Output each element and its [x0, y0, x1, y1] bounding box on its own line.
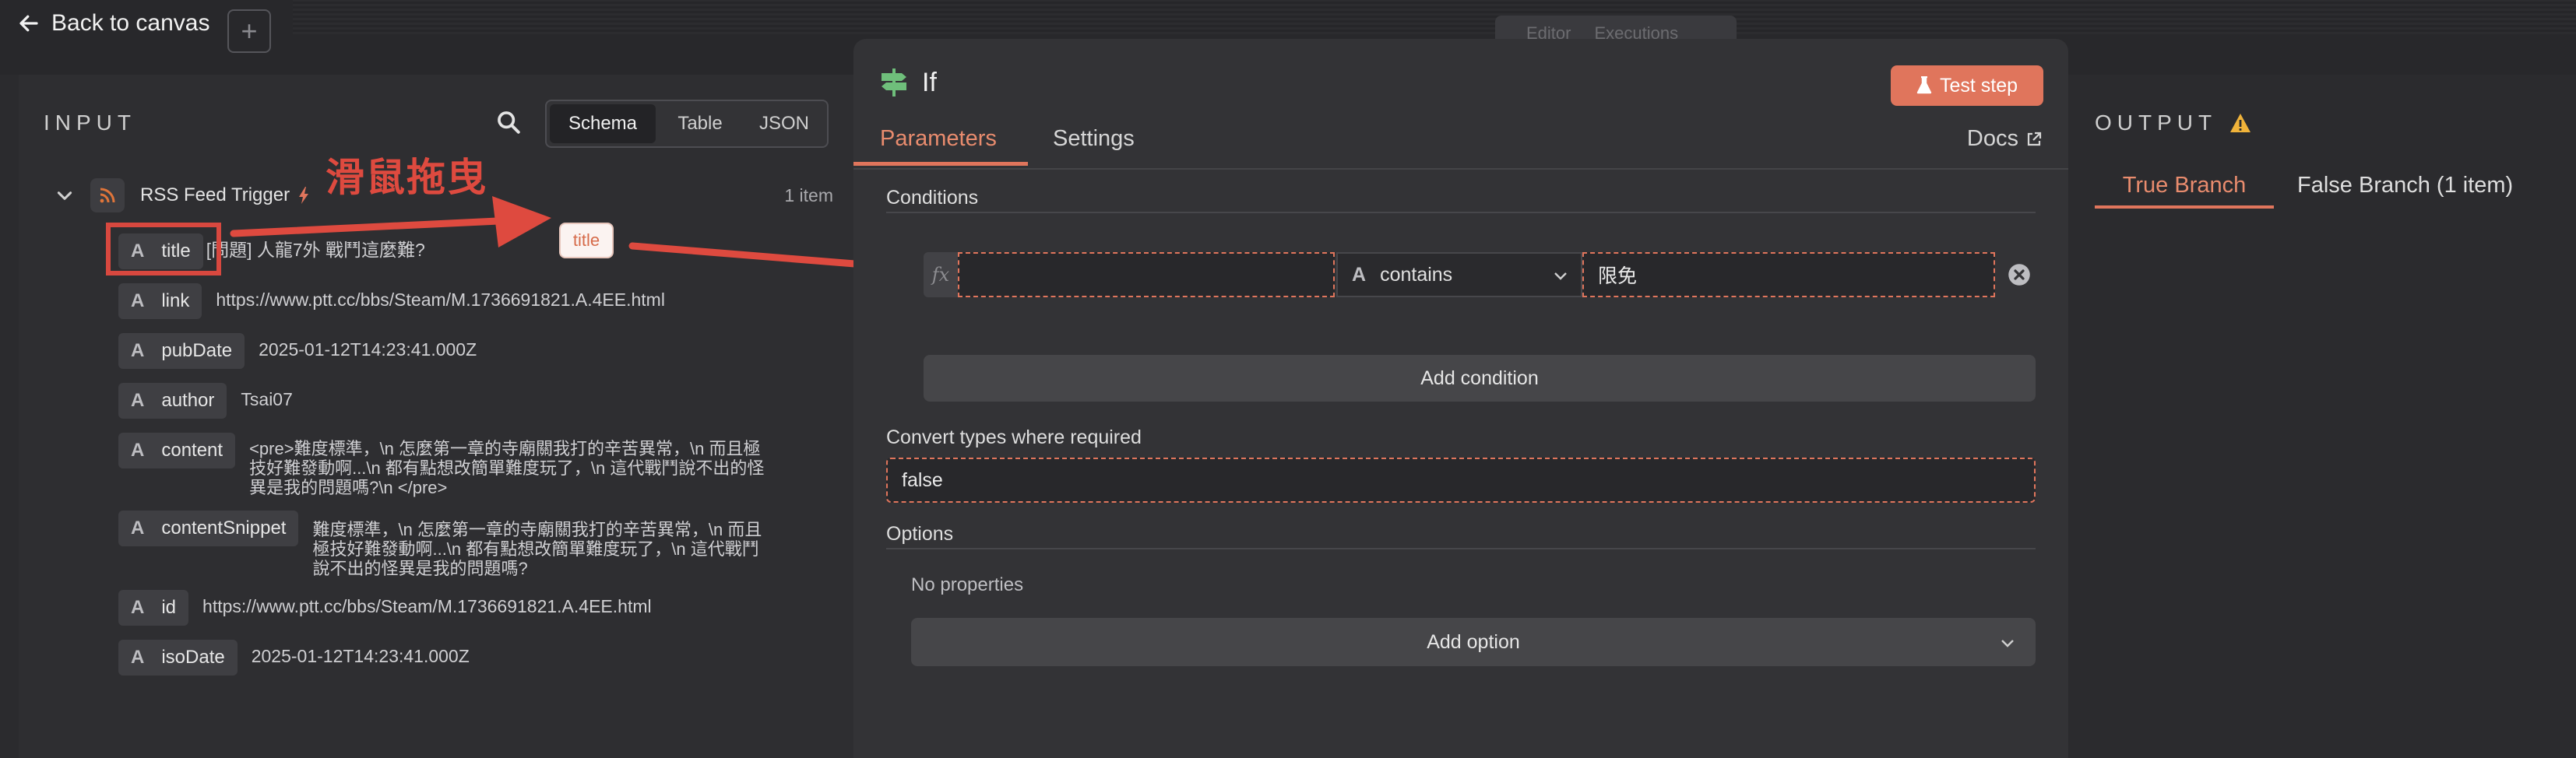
field-name: contentSnippet	[161, 518, 287, 539]
warning-icon	[2230, 114, 2251, 132]
docs-label: Docs	[1966, 126, 2018, 151]
add-node-button[interactable]: +	[227, 9, 271, 53]
remove-condition-icon[interactable]	[2008, 263, 2031, 286]
string-type-icon: A	[131, 390, 145, 411]
external-link-icon	[2027, 132, 2042, 146]
add-option-button[interactable]: Add option	[911, 618, 2036, 666]
field-chip[interactable]: Acontent	[118, 433, 236, 468]
field-value-line: 極技好難發動啊...\n 都有點想改簡單難度玩了，\n 這代戰鬥	[312, 539, 759, 559]
field-value: 2025-01-12T14:23:41.000Z	[259, 339, 477, 360]
field-value: Tsai07	[241, 389, 293, 409]
string-type-icon: A	[131, 647, 145, 668]
divider	[886, 548, 2036, 549]
true-branch-tab[interactable]: True Branch	[2095, 173, 2274, 198]
field-author[interactable]: Aauthor Tsai07	[118, 383, 293, 419]
divider	[886, 212, 2036, 213]
drag-annotation: 滑鼠拖曳	[326, 155, 487, 200]
field-contentsnippet[interactable]: AcontentSnippet 難度標準，\n 怎麼第一章的寺廟關我打的辛苦異常…	[118, 511, 811, 578]
node-title[interactable]: If	[922, 68, 937, 98]
condition-operator-select[interactable]: A contains	[1336, 252, 1582, 297]
field-value: 難度標準，\n 怎麼第一章的寺廟關我打的辛苦異常，\n 而且 極技好難發動啊..…	[312, 511, 811, 578]
search-icon[interactable]	[495, 109, 522, 135]
conditions-label: Conditions	[886, 187, 979, 209]
input-title: INPUT	[44, 111, 136, 135]
string-type-icon: A	[1352, 263, 1367, 286]
field-value-line: 說不出的怪異是我的問題嗎?	[312, 559, 528, 578]
view-table-button[interactable]: Table	[659, 101, 741, 146]
field-value: https://www.ptt.cc/bbs/Steam/M.173669182…	[202, 596, 652, 616]
field-name: link	[161, 290, 190, 311]
trigger-bolt-icon	[299, 187, 309, 204]
back-to-canvas-label: Back to canvas	[51, 10, 210, 36]
expression-toggle[interactable]: fx	[924, 252, 958, 297]
node-tabs: Parameters Settings Docs	[853, 117, 2068, 170]
field-content[interactable]: Acontent <pre>難度標準，\n 怎麼第一章的寺廟關我打的辛苦異常，\…	[118, 433, 841, 497]
field-chip[interactable]: AcontentSnippet	[118, 511, 299, 546]
back-to-canvas-button[interactable]: Back to canvas	[17, 8, 209, 39]
canvas-header-strip	[293, 0, 2576, 34]
tab-settings[interactable]: Settings	[1053, 126, 1135, 152]
field-isodate[interactable]: AisoDate 2025-01-12T14:23:41.000Z	[118, 640, 470, 676]
signpost-icon	[882, 68, 906, 97]
field-chip[interactable]: Alink	[118, 283, 202, 319]
active-branch-indicator	[2095, 205, 2274, 209]
field-name: content	[161, 440, 223, 461]
options-label: Options	[886, 523, 954, 545]
add-condition-button[interactable]: Add condition	[924, 355, 2036, 402]
field-value-line: 技好難發動啊...\n 都有點想改簡單難度玩了，\n 這代戰鬥說不出的怪	[249, 458, 765, 478]
field-pubdate[interactable]: ApubDate 2025-01-12T14:23:41.000Z	[118, 333, 477, 369]
field-name: author	[161, 390, 215, 411]
rss-icon	[90, 178, 125, 212]
highlight-box	[106, 223, 221, 275]
view-schema-button[interactable]: Schema	[550, 104, 656, 143]
flask-icon	[1916, 76, 1932, 94]
chevron-down-icon[interactable]	[55, 185, 75, 205]
docs-link[interactable]: Docs	[1967, 126, 2042, 152]
field-chip[interactable]: ApubDate	[118, 333, 245, 369]
no-properties-text: No properties	[911, 574, 1024, 595]
active-tab-indicator	[853, 162, 1028, 166]
field-value: <pre>難度標準，\n 怎麼第一章的寺廟關我打的辛苦異常，\n 而且極 技好難…	[249, 433, 841, 497]
field-value-line: <pre>難度標準，\n 怎麼第一章的寺廟關我打的辛苦異常，\n 而且極	[249, 439, 761, 458]
operator-label: contains	[1380, 263, 1453, 286]
output-header: OUTPUT	[2095, 111, 2251, 135]
test-step-button[interactable]: Test step	[1891, 65, 2043, 106]
field-value-line: 難度標準，\n 怎麼第一章的寺廟關我打的辛苦異常，\n 而且	[312, 520, 762, 539]
field-value: https://www.ptt.cc/bbs/Steam/M.173669182…	[216, 290, 665, 310]
condition-right-value-input[interactable]: 限免	[1582, 252, 1995, 297]
convert-types-input[interactable]: false	[886, 458, 2036, 503]
chevron-down-icon	[1554, 272, 1567, 280]
view-json-button[interactable]: JSON	[741, 101, 827, 146]
item-count: 1 item	[784, 184, 833, 205]
field-value: 2025-01-12T14:23:41.000Z	[251, 646, 470, 666]
tab-parameters[interactable]: Parameters	[880, 126, 997, 152]
dragged-title-pill: title	[559, 223, 614, 258]
string-type-icon: A	[131, 597, 145, 618]
convert-types-label: Convert types where required	[886, 426, 1142, 448]
view-mode-switch: Schema Table JSON	[545, 100, 829, 148]
field-name: isoDate	[161, 647, 225, 668]
field-chip[interactable]: AisoDate	[118, 640, 238, 676]
node-header: If	[880, 67, 937, 98]
field-chip[interactable]: Aid	[118, 590, 189, 626]
add-option-label: Add option	[1427, 630, 1520, 653]
field-id[interactable]: Aid https://www.ptt.cc/bbs/Steam/M.17366…	[118, 590, 652, 626]
test-step-label: Test step	[1939, 74, 2018, 97]
string-type-icon: A	[131, 518, 145, 539]
field-name: id	[161, 597, 177, 618]
string-type-icon: A	[131, 290, 145, 311]
field-value-line: 異是我的問題嗎?\n </pre>	[249, 478, 448, 497]
output-title: OUTPUT	[2095, 111, 2218, 135]
false-branch-tab[interactable]: False Branch (1 item)	[2297, 173, 2513, 198]
string-type-icon: A	[131, 340, 145, 361]
node-name: RSS Feed Trigger	[140, 184, 290, 205]
string-type-icon: A	[131, 440, 145, 461]
chevron-down-icon	[2001, 640, 2014, 647]
field-link[interactable]: Alink https://www.ptt.cc/bbs/Steam/M.173…	[118, 283, 665, 319]
field-name: pubDate	[161, 340, 233, 361]
field-chip[interactable]: Aauthor	[118, 383, 227, 419]
arrow-left-icon	[19, 15, 38, 32]
condition-left-value-input[interactable]	[958, 252, 1335, 297]
field-value: [問題] 人龍7外 戰鬥這麼難?	[206, 240, 425, 260]
